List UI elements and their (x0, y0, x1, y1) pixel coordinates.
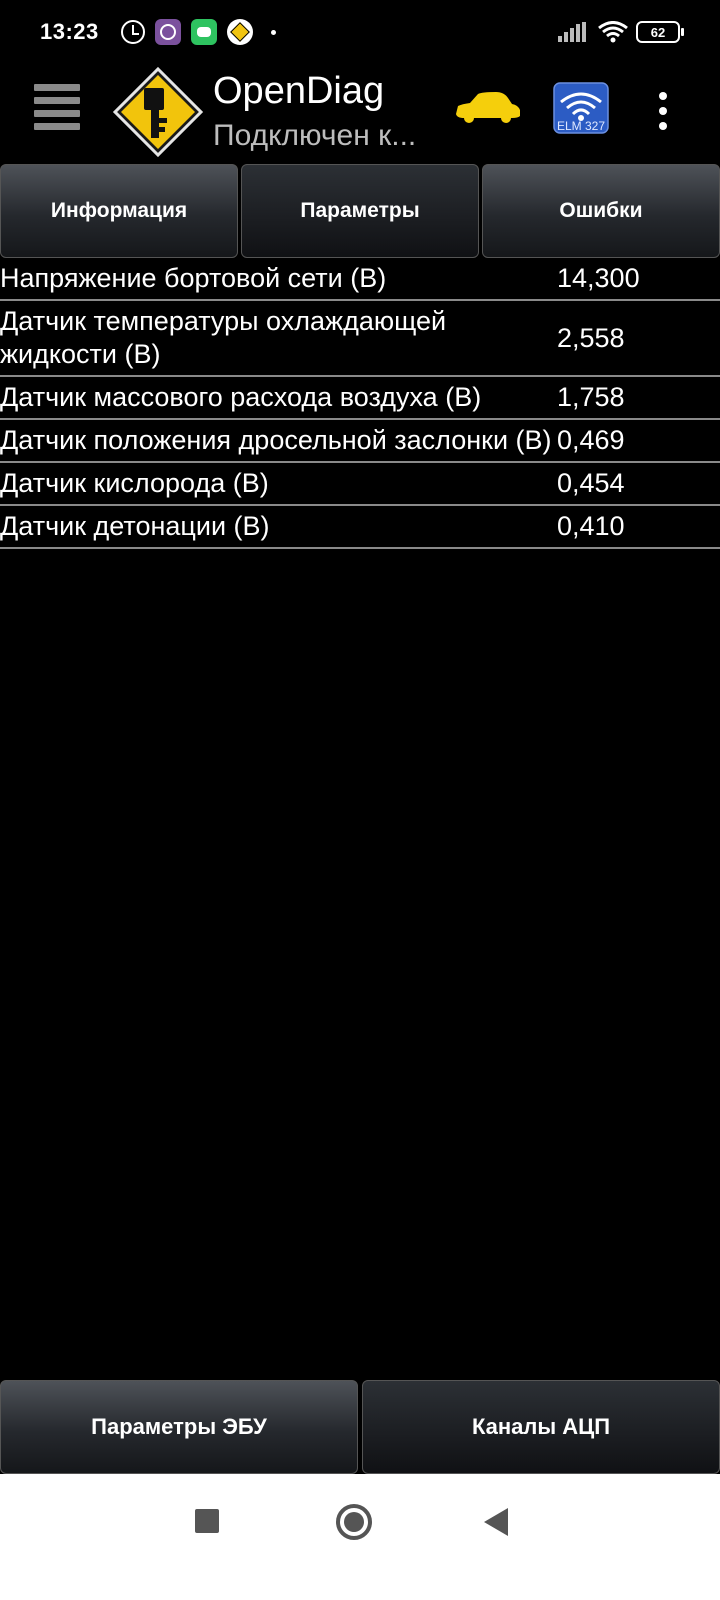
overflow-menu-icon[interactable] (656, 92, 670, 130)
param-label: Датчик массового расхода воздуха (В) (0, 382, 482, 412)
battery-level: 62 (650, 24, 666, 40)
chat-icon (190, 19, 217, 45)
connection-status: Подключен к... (213, 119, 417, 152)
hamburger-icon[interactable] (34, 84, 80, 132)
opendiag-notification-icon (226, 19, 253, 45)
wifi-icon (598, 21, 628, 43)
app-bar: OpenDiag Подключен к... ELM 327 (0, 64, 720, 164)
viber-icon (154, 19, 181, 45)
home-circle-icon[interactable] (336, 1504, 372, 1540)
tab-parameters[interactable]: Параметры (241, 164, 479, 258)
app-title: OpenDiag (213, 70, 385, 112)
tab-adc-channels[interactable]: Каналы АЦП (362, 1380, 720, 1474)
table-row[interactable]: Датчик кислорода (В) 0,454 (0, 463, 720, 506)
back-triangle-icon[interactable] (484, 1508, 508, 1536)
battery-icon: 62 (636, 21, 684, 43)
car-icon[interactable] (452, 90, 522, 126)
param-label: Датчик положения дросельной заслонки (В) (0, 425, 552, 455)
table-row[interactable]: Напряжение бортовой сети (В) 14,300 (0, 258, 720, 301)
tab-errors[interactable]: Ошибки (482, 164, 720, 258)
dot-icon (270, 29, 276, 35)
app-logo-icon (112, 66, 204, 158)
param-value: 0,469 (557, 425, 625, 455)
elm-label: ELM 327 (557, 119, 605, 133)
param-value: 0,454 (557, 468, 625, 498)
table-row[interactable]: Датчик положения дросельной заслонки (В)… (0, 420, 720, 463)
alarm-icon (120, 20, 145, 44)
table-row[interactable]: Датчик массового расхода воздуха (В) 1,7… (0, 377, 720, 420)
param-value: 0,410 (557, 511, 625, 541)
param-label: Датчик температуры охлаждающей жидкости … (0, 306, 447, 369)
param-value: 2,558 (557, 322, 625, 353)
status-time: 13:23 (40, 19, 99, 44)
parameters-table: Напряжение бортовой сети (В) 14,300 Датч… (0, 258, 720, 549)
tab-information[interactable]: Информация (0, 164, 238, 258)
param-label: Датчик детонации (В) (0, 511, 270, 541)
param-label: Датчик кислорода (В) (0, 468, 269, 498)
bottom-tabs: Параметры ЭБУ Каналы АЦП (0, 1380, 720, 1474)
elm327-icon[interactable]: ELM 327 (553, 82, 609, 134)
recents-square-icon[interactable] (195, 1509, 219, 1533)
param-value: 1,758 (557, 382, 625, 412)
param-value: 14,300 (557, 263, 640, 293)
top-tabs: Информация Параметры Ошибки (0, 164, 720, 258)
status-bar: 13:23 62 (0, 0, 720, 64)
table-row[interactable]: Датчик детонации (В) 0,410 (0, 506, 720, 549)
table-row[interactable]: Датчик температуры охлаждающей жидкости … (0, 301, 720, 377)
param-label: Напряжение бортовой сети (В) (0, 263, 387, 293)
signal-icon (558, 22, 588, 42)
tab-ecu-parameters[interactable]: Параметры ЭБУ (0, 1380, 358, 1474)
system-nav-bar (0, 1474, 720, 1600)
